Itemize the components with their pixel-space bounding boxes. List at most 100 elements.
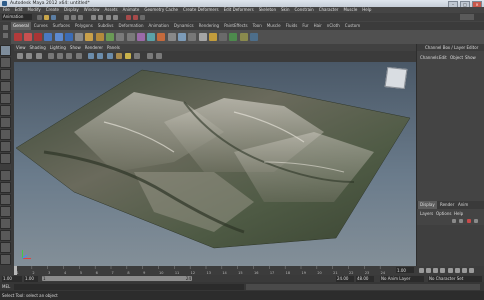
viewport-menu-lighting[interactable]: Lighting <box>50 44 66 51</box>
shelf-tab-deformation[interactable]: Deformation <box>117 22 146 30</box>
go-to-start-icon[interactable] <box>418 267 424 273</box>
new-scene-icon[interactable] <box>36 15 42 20</box>
poly-sphere-icon[interactable] <box>44 33 53 41</box>
layout-two-icon[interactable] <box>0 194 11 205</box>
viewport-menu-shading[interactable]: Shading <box>30 44 46 51</box>
shelf-tab-curves[interactable]: Curves <box>32 22 50 30</box>
isolate-select-icon[interactable] <box>146 53 153 59</box>
viewport-menu-view[interactable]: View <box>16 44 26 51</box>
shelf-tab-animation[interactable]: Animation <box>147 22 171 30</box>
smooth-icon[interactable] <box>229 33 238 41</box>
animation-end-field[interactable] <box>356 275 374 282</box>
poly-cylinder-icon[interactable] <box>64 33 73 41</box>
camera-icon[interactable] <box>85 33 94 41</box>
layer-tab-render[interactable]: Render <box>438 201 456 209</box>
current-frame-marker[interactable] <box>14 266 17 275</box>
show-manipulator-icon[interactable] <box>0 141 11 152</box>
perspective-viewport[interactable] <box>14 62 416 266</box>
shadows-icon[interactable] <box>134 53 141 59</box>
snap-curve-icon[interactable] <box>98 15 104 20</box>
select-object-icon[interactable] <box>71 15 77 20</box>
go-to-end-icon[interactable] <box>469 267 475 273</box>
move-layer-down-icon[interactable] <box>459 219 464 223</box>
curve-tool-icon[interactable] <box>106 33 115 41</box>
grid-icon[interactable] <box>57 53 64 59</box>
poly-plane-icon[interactable] <box>75 33 84 41</box>
shelf-tab-fluids[interactable]: Fluids <box>284 22 300 30</box>
step-back-key-icon[interactable] <box>425 267 431 273</box>
new-layer-icon[interactable] <box>466 219 471 223</box>
camera-attributes-icon[interactable] <box>26 53 33 59</box>
outliner-icon[interactable] <box>147 33 156 41</box>
center-pivot-icon[interactable] <box>198 33 207 41</box>
ipr-render-icon[interactable] <box>133 15 139 20</box>
shelf-tab-custom[interactable]: Custom <box>343 22 362 30</box>
mel-label[interactable]: MEL <box>2 282 10 291</box>
step-forward-key-icon[interactable] <box>462 267 468 273</box>
shelf-tab-surfaces[interactable]: Surfaces <box>51 22 72 30</box>
select-tool-icon[interactable] <box>0 45 11 56</box>
snap-grid-icon[interactable] <box>91 15 97 20</box>
nurbs-sphere-icon[interactable] <box>13 33 22 41</box>
layout-hypershade-icon[interactable] <box>0 230 11 241</box>
shelf-tab-ncloth[interactable]: nCloth <box>325 22 342 30</box>
history-icon[interactable] <box>188 33 197 41</box>
mel-input[interactable] <box>14 283 244 290</box>
help-menu[interactable]: Help <box>452 210 465 217</box>
save-scene-icon[interactable] <box>51 15 57 20</box>
last-tool-icon[interactable] <box>0 153 11 164</box>
paint-effects-icon[interactable] <box>178 33 186 41</box>
playback-end-field[interactable] <box>336 275 354 282</box>
xray-icon[interactable] <box>155 53 162 59</box>
new-layer-selected-icon[interactable] <box>473 219 478 223</box>
combine-icon[interactable] <box>249 33 258 41</box>
view-cube-icon[interactable] <box>384 66 408 90</box>
layer-tab-display[interactable]: Display <box>418 201 437 209</box>
shelf-tab-painteffects[interactable]: PaintEffects <box>222 22 250 30</box>
viewport-menu-renderer[interactable]: Renderer <box>85 44 103 51</box>
range-bar[interactable]: 1 24 <box>42 276 192 281</box>
freeze-transform-icon[interactable] <box>208 33 217 41</box>
step-forward-frame-icon[interactable] <box>454 267 460 273</box>
graph-editor-icon[interactable] <box>167 33 176 41</box>
poly-cube-icon[interactable] <box>54 33 63 41</box>
soft-modification-icon[interactable] <box>0 129 11 140</box>
snap-surface-icon[interactable] <box>113 15 119 20</box>
paint-select-tool-icon[interactable] <box>0 69 11 80</box>
edit-menu[interactable]: Edit <box>437 54 449 61</box>
nurbs-cube-icon[interactable] <box>23 33 32 41</box>
layout-graph-icon[interactable] <box>0 218 11 229</box>
wireframe-on-shaded-icon[interactable] <box>106 53 113 59</box>
select-camera-icon[interactable] <box>17 53 23 59</box>
current-frame-field[interactable] <box>396 267 414 273</box>
select-hierarchy-icon[interactable] <box>63 15 69 20</box>
lasso-tool-icon[interactable] <box>0 57 11 68</box>
film-gate-icon[interactable] <box>66 53 73 59</box>
smooth-shade-icon[interactable] <box>97 53 104 59</box>
shelf-tab-hair[interactable]: Hair <box>312 22 324 30</box>
animation-start-field[interactable] <box>2 275 22 282</box>
layout-outliner-icon[interactable] <box>0 254 11 265</box>
layout-custom-icon[interactable] <box>0 242 11 253</box>
shelf-tab-dynamics[interactable]: Dynamics <box>172 22 196 30</box>
options-menu[interactable]: Options <box>434 210 453 217</box>
play-forwards-icon[interactable] <box>447 267 453 273</box>
extrude-icon[interactable] <box>239 33 248 41</box>
anim-layer-dropdown[interactable]: No Anim Layer <box>380 275 424 282</box>
show-menu[interactable]: Show <box>463 54 478 61</box>
group-icon[interactable] <box>116 33 125 41</box>
playback-start-field[interactable] <box>24 275 38 282</box>
step-back-frame-icon[interactable] <box>433 267 439 273</box>
shelf-tab-subdivs[interactable]: Subdivs <box>96 22 116 30</box>
rotate-tool-icon[interactable] <box>0 93 11 104</box>
scale-tool-icon[interactable] <box>0 105 11 116</box>
render-icon[interactable] <box>157 33 166 41</box>
snap-point-icon[interactable] <box>105 15 111 20</box>
play-backwards-icon[interactable] <box>440 267 446 273</box>
textured-icon[interactable] <box>115 53 122 59</box>
move-layer-up-icon[interactable] <box>452 219 456 223</box>
resolution-gate-icon[interactable] <box>75 53 82 59</box>
panel-toggle-icons[interactable] <box>460 14 474 20</box>
shelf-tab-polygons[interactable]: Polygons <box>73 22 95 30</box>
shelf-tab-rendering[interactable]: Rendering <box>197 22 221 30</box>
